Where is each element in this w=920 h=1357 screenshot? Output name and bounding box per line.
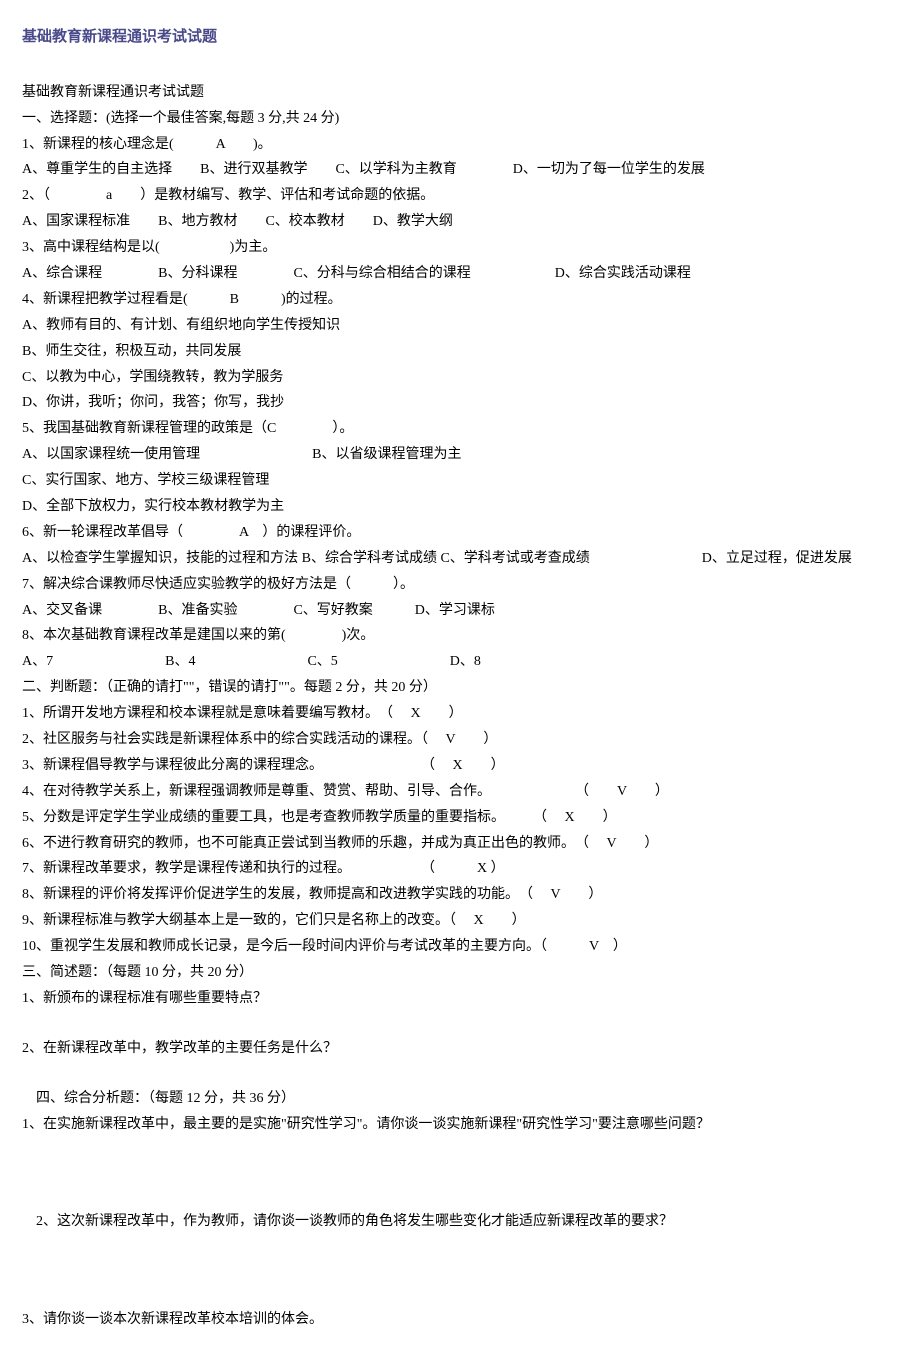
text-line: 2、社区服务与社会实践是新课程体系中的综合实践活动的课程。（ V ） xyxy=(22,727,898,753)
spacer xyxy=(22,1137,898,1209)
text-line: 2、在新课程改革中，教学改革的主要任务是什么？ xyxy=(22,1036,898,1062)
text-line: A、交叉备课 B、准备实验 C、写好教案 D、学习课标 xyxy=(22,598,898,624)
text-line: 7、新课程改革要求，教学是课程传递和执行的过程。 （ X ） xyxy=(22,856,898,882)
text-line: 5、我国基础教育新课程管理的政策是（C ）。 xyxy=(22,416,898,442)
text-line: 2、这次新课程改革中，作为教师，请你谈一谈教师的角色将发生哪些变化才能适应新课程… xyxy=(22,1209,898,1235)
text-line: C、实行国家、地方、学校三级课程管理 xyxy=(22,468,898,494)
text-line: 2、（ a ）是教材编写、教学、评估和考试命题的依据。 xyxy=(22,183,898,209)
text-line: A、尊重学生的自主选择 B、进行双基教学 C、以学科为主教育 D、一切为了每一位… xyxy=(22,157,898,183)
text-line: 8、本次基础教育课程改革是建国以来的第( )次。 xyxy=(22,623,898,649)
text-line: 1、新课程的核心理念是( A )。 xyxy=(22,132,898,158)
text-line: 3、高中课程结构是以( )为主。 xyxy=(22,235,898,261)
text-line: 8、新课程的评价将发挥评价促进学生的发展，教师提高和改进教学实践的功能。 （ V… xyxy=(22,882,898,908)
text-line: A、以国家课程统一使用管理 B、以省级课程管理为主 xyxy=(22,442,898,468)
text-line: B、师生交往，积极互动，共同发展 xyxy=(22,339,898,365)
text-line: 3、请你谈一谈本次新课程改革校本培训的体会。 xyxy=(22,1307,898,1333)
text-line: 4、在对待教学关系上，新课程强调教师是尊重、赞赏、帮助、引导、合作。 （ V ） xyxy=(22,779,898,805)
text-line: A、7 B、4 C、5 D、8 xyxy=(22,649,898,675)
text-line: 5、分数是评定学生学业成绩的重要工具，也是考查教师教学质量的重要指标。 （ X … xyxy=(22,805,898,831)
text-line: 1、所谓开发地方课程和校本课程就是意味着要编写教材。 （ X ） xyxy=(22,701,898,727)
text-line: A、教师有目的、有计划、有组织地向学生传授知识 xyxy=(22,313,898,339)
text-line: 三、简述题：（每题 10 分，共 20 分） xyxy=(22,960,898,986)
text-line: A、综合课程 B、分科课程 C、分科与综合相结合的课程 D、综合实践活动课程 xyxy=(22,261,898,287)
text-line: D、你讲，我听；你问，我答；你写，我抄 xyxy=(22,390,898,416)
text-line: A、以检查学生掌握知识，技能的过程和方法 B、综合学科考试成绩 C、学科考试或考… xyxy=(22,546,898,572)
text-line: 9、新课程标准与教学大纲基本上是一致的，它们只是名称上的改变。（ X ） xyxy=(22,908,898,934)
text-line: 6、新一轮课程改革倡导（ A ）的课程评价。 xyxy=(22,520,898,546)
spacer xyxy=(22,1062,898,1086)
document-body: 基础教育新课程通识考试试题 一、选择题：(选择一个最佳答案,每题 3 分,共 2… xyxy=(22,80,898,1334)
document-title: 基础教育新课程通识考试试题 xyxy=(22,24,898,52)
text-line: 1、新颁布的课程标准有哪些重要特点？ xyxy=(22,986,898,1012)
text-line: 1、在实施新课程改革中，最主要的是实施"研究性学习"。请你谈一谈实施新课程"研究… xyxy=(22,1112,898,1138)
text-line: 6、不进行教育研究的教师，也不可能真正尝试到当教师的乐趣，并成为真正出色的教师。… xyxy=(22,831,898,857)
text-line: A、国家课程标准 B、地方教材 C、校本教材 D、教学大纲 xyxy=(22,209,898,235)
text-line: 10、重视学生发展和教师成长记录，是今后一段时间内评价与考试改革的主要方向。（ … xyxy=(22,934,898,960)
text-line: 四、综合分析题：（每题 12 分，共 36 分） xyxy=(22,1086,898,1112)
spacer xyxy=(22,1012,898,1036)
text-line: 一、选择题：(选择一个最佳答案,每题 3 分,共 24 分) xyxy=(22,106,898,132)
text-line: D、全部下放权力，实行校本教材教学为主 xyxy=(22,494,898,520)
spacer xyxy=(22,1235,898,1307)
text-line: 二、判断题：（正确的请打""，错误的请打""。每题 2 分，共 20 分） xyxy=(22,675,898,701)
text-line: 基础教育新课程通识考试试题 xyxy=(22,80,898,106)
text-line: C、以教为中心，学围绕教转，教为学服务 xyxy=(22,365,898,391)
text-line: 4、新课程把教学过程看是( B )的过程。 xyxy=(22,287,898,313)
text-line: 3、新课程倡导教学与课程彼此分离的课程理念。 （ X ） xyxy=(22,753,898,779)
text-line: 7、解决综合课教师尽快适应实验教学的极好方法是（ ）。 xyxy=(22,572,898,598)
